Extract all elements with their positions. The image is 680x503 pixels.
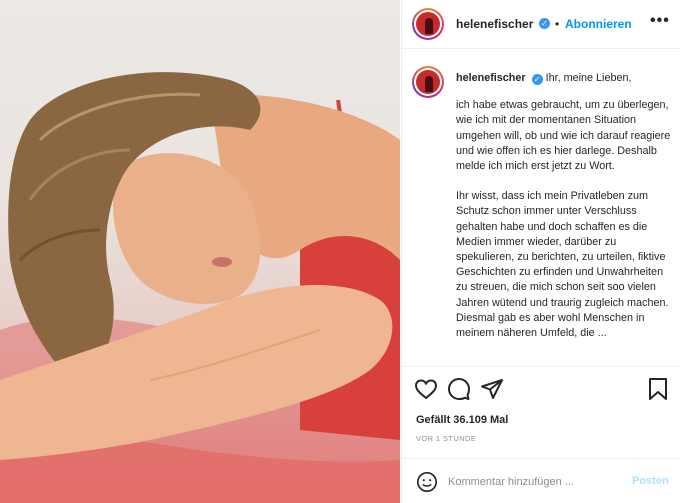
caption-paragraph-2: Ihr wisst, dass ich mein Privatleben zum… [456, 190, 669, 340]
paper-plane-icon[interactable] [480, 377, 504, 401]
verified-badge-icon: ✓ [539, 18, 550, 29]
caption-scroll-area[interactable]: helenefischer ✓ Ihr, meine Lieben, ich ha… [402, 50, 680, 366]
heart-icon[interactable] [414, 377, 438, 401]
post-side-panel: helenefischer ✓ • Abonnieren ••• helenef… [401, 0, 680, 503]
comment-bar: Posten [402, 458, 680, 503]
comment-input[interactable] [448, 472, 618, 492]
caption: helenefischer ✓ Ihr, meine Lieben, ich ha… [456, 71, 671, 356]
post-comment-button[interactable]: Posten [632, 475, 669, 487]
post-timestamp[interactable]: VOR 1 STUNDE [416, 434, 476, 443]
verified-badge-icon: ✓ [531, 74, 543, 85]
separator-dot: • [555, 17, 560, 31]
follow-button[interactable]: Abonnieren [565, 17, 632, 31]
more-options-icon[interactable]: ••• [650, 12, 670, 30]
action-bar [402, 366, 680, 410]
caption-greeting: Ihr, meine Lieben, [545, 72, 632, 84]
comment-icon[interactable] [447, 377, 471, 401]
post-photo-illustration [0, 72, 400, 503]
post-header: helenefischer ✓ • Abonnieren ••• [402, 0, 680, 49]
smiley-icon[interactable] [416, 471, 438, 493]
caption-paragraph-1: ich habe etwas gebraucht, um zu überlege… [456, 99, 671, 173]
caption-username[interactable]: helenefischer [456, 72, 526, 84]
avatar[interactable] [412, 8, 444, 40]
bookmark-icon[interactable] [646, 377, 670, 401]
likes-count[interactable]: Gefällt 36.109 Mal [416, 414, 508, 426]
header-username[interactable]: helenefischer [456, 17, 533, 31]
caption-avatar[interactable] [412, 66, 444, 98]
post-image[interactable] [0, 0, 400, 503]
